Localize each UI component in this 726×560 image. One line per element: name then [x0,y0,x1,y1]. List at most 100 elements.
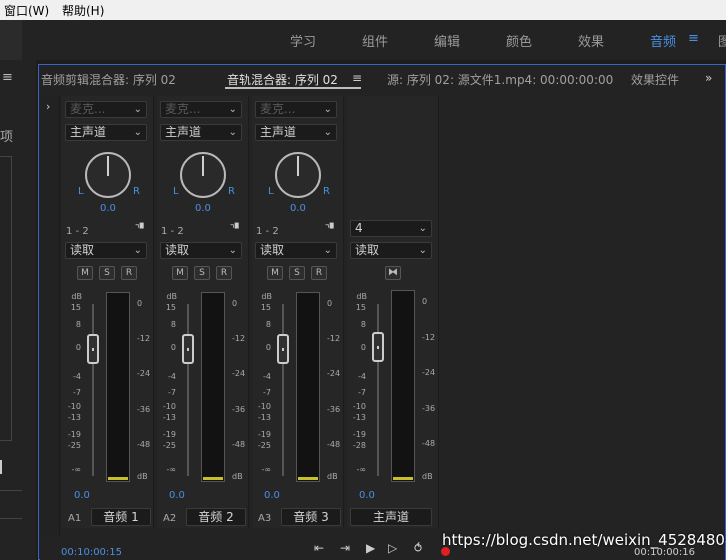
meter-tick: -48 [137,440,151,449]
track-name[interactable]: 音频 3 [281,508,341,526]
fader-tick: -19 [162,430,176,439]
output-select[interactable]: 主声道 ⌄ [65,124,147,141]
volume-value[interactable]: 0.0 [169,490,185,501]
track-name[interactable]: 音频 2 [186,508,246,526]
output-select-value: 主声道 [260,125,297,139]
track-name[interactable]: 音频 1 [91,508,151,526]
volume-fader[interactable] [277,334,289,364]
record-enable-button[interactable]: R [121,266,137,280]
workspace-learn[interactable]: 学习 [290,31,316,50]
route-icon[interactable]: ⌝▘ [135,224,147,235]
menu-bar: 窗口(W) 帮助(H) [0,0,726,20]
tab-clip-mixer[interactable]: 音频剪辑混合器: 序列 02 [41,71,176,88]
tab-source[interactable]: 源: 序列 02: 源文件1.mp4: 00:00:00:00 [387,71,613,88]
automation-select[interactable]: 读取 ⌄ [255,242,337,259]
mono-toggle-icon[interactable]: ⧓ [385,266,401,280]
fader-tick: -7 [358,388,366,397]
track-name[interactable]: 主声道 [350,508,432,526]
automation-value: 读取 [70,243,95,257]
master-channels-select[interactable]: 4 ⌄ [350,220,432,237]
meter-tick: -24 [137,369,151,378]
mute-button[interactable]: M [77,266,93,280]
volume-value[interactable]: 0.0 [264,490,280,501]
mute-button[interactable]: M [267,266,283,280]
workspace-color[interactable]: 颜色 [506,31,532,50]
volume-value[interactable]: 0.0 [74,490,90,501]
level-meter [106,292,130,482]
fader-tick: -10 [67,402,81,411]
chevron-down-icon: ⌄ [133,104,142,115]
volume-fader[interactable] [182,334,194,364]
automation-value: 读取 [260,243,285,257]
solo-button[interactable]: S [194,266,210,280]
record-enable-button[interactable]: R [311,266,327,280]
tab-track-mixer[interactable]: 音轨混合器: 序列 02 [227,71,338,88]
fader-tick: 15 [355,303,366,312]
menu-help[interactable]: 帮助(H) [62,2,104,19]
input-select[interactable]: 麦克... ⌄ [160,101,242,118]
pan-value[interactable]: 0.0 [100,203,116,214]
pan-value[interactable]: 0.0 [290,203,306,214]
go-to-out-icon[interactable]: ⇥ [340,541,350,555]
input-select[interactable]: 麦克... ⌄ [65,101,147,118]
pan-left-label: L [268,186,274,197]
expand-chevron-icon[interactable]: › [46,100,50,113]
chevron-down-icon: ⌄ [228,104,237,115]
left-panel-label: 项 [0,130,14,145]
meter-tick: -24 [327,369,341,378]
tab-overflow-icon[interactable]: » [705,71,712,85]
volume-value[interactable]: 0.0 [359,490,375,501]
panel-menu-icon[interactable]: ≡ [2,70,13,85]
route-icon[interactable]: ⌝▘ [325,224,337,235]
automation-select[interactable]: 读取 ⌄ [350,242,432,259]
mute-button[interactable]: M [172,266,188,280]
workspace-edit[interactable]: 编辑 [434,31,460,50]
workspace-menu-icon[interactable]: ≡ [688,31,699,46]
solo-button[interactable]: S [289,266,305,280]
solo-button[interactable]: S [99,266,115,280]
fader-tick: -7 [73,388,81,397]
workspace-more[interactable]: 图 [718,31,726,50]
meter-tick: 0 [422,297,428,306]
output-select[interactable]: 主声道 ⌄ [160,124,242,141]
left-panel-divider-2 [0,518,22,519]
fader-tick: 0 [360,343,366,352]
route-icon[interactable]: ⌝▘ [230,224,242,235]
input-select[interactable]: 麦克... ⌄ [255,101,337,118]
pan-knob[interactable] [85,152,131,198]
tab-menu-icon[interactable]: ≡ [352,71,362,85]
channel-strip-master: 4 ⌄ 读取 ⌄ ⧓ dB 15 8 0 -4 -7 -10 -13 -19 -28… [347,96,439,528]
fader-tick: 8 [265,320,271,329]
output-select[interactable]: 主声道 ⌄ [255,124,337,141]
volume-fader-track [377,304,379,476]
tab-effect-controls[interactable]: 效果控件 [631,71,679,88]
workspace-assemble[interactable]: 组件 [362,31,388,50]
volume-fader[interactable] [87,334,99,364]
current-timecode[interactable]: 00:10:00:15 [61,547,122,558]
fader-tick: 15 [70,303,81,312]
automation-select[interactable]: 读取 ⌄ [65,242,147,259]
play-in-to-out-icon[interactable]: ▷ [388,541,397,555]
pan-knob[interactable] [180,152,226,198]
menu-window[interactable]: 窗口(W) [4,2,49,19]
fader-tick: -∞ [166,465,176,474]
pan-value[interactable]: 0.0 [195,203,211,214]
input-select-value: 麦克... [260,102,296,116]
record-enable-button[interactable]: R [216,266,232,280]
play-icon[interactable]: ▶ [366,541,375,555]
loop-icon[interactable]: ⥀ [414,541,422,555]
fader-tick: 0 [170,343,176,352]
pan-knob[interactable] [275,152,321,198]
fader-tick: -19 [352,430,366,439]
track-id: A3 [258,513,272,524]
automation-select[interactable]: 读取 ⌄ [160,242,242,259]
fader-tick: -10 [257,402,271,411]
volume-fader[interactable] [372,332,384,362]
output-select-value: 主声道 [165,125,202,139]
meter-unit: dB [137,472,148,481]
mixer-sidebar: › [40,96,60,536]
workspace-effects[interactable]: 效果 [578,31,604,50]
workspace-audio[interactable]: 音频 [650,31,676,50]
meter-tick: -48 [422,439,436,448]
go-to-in-icon[interactable]: ⇤ [314,541,324,555]
